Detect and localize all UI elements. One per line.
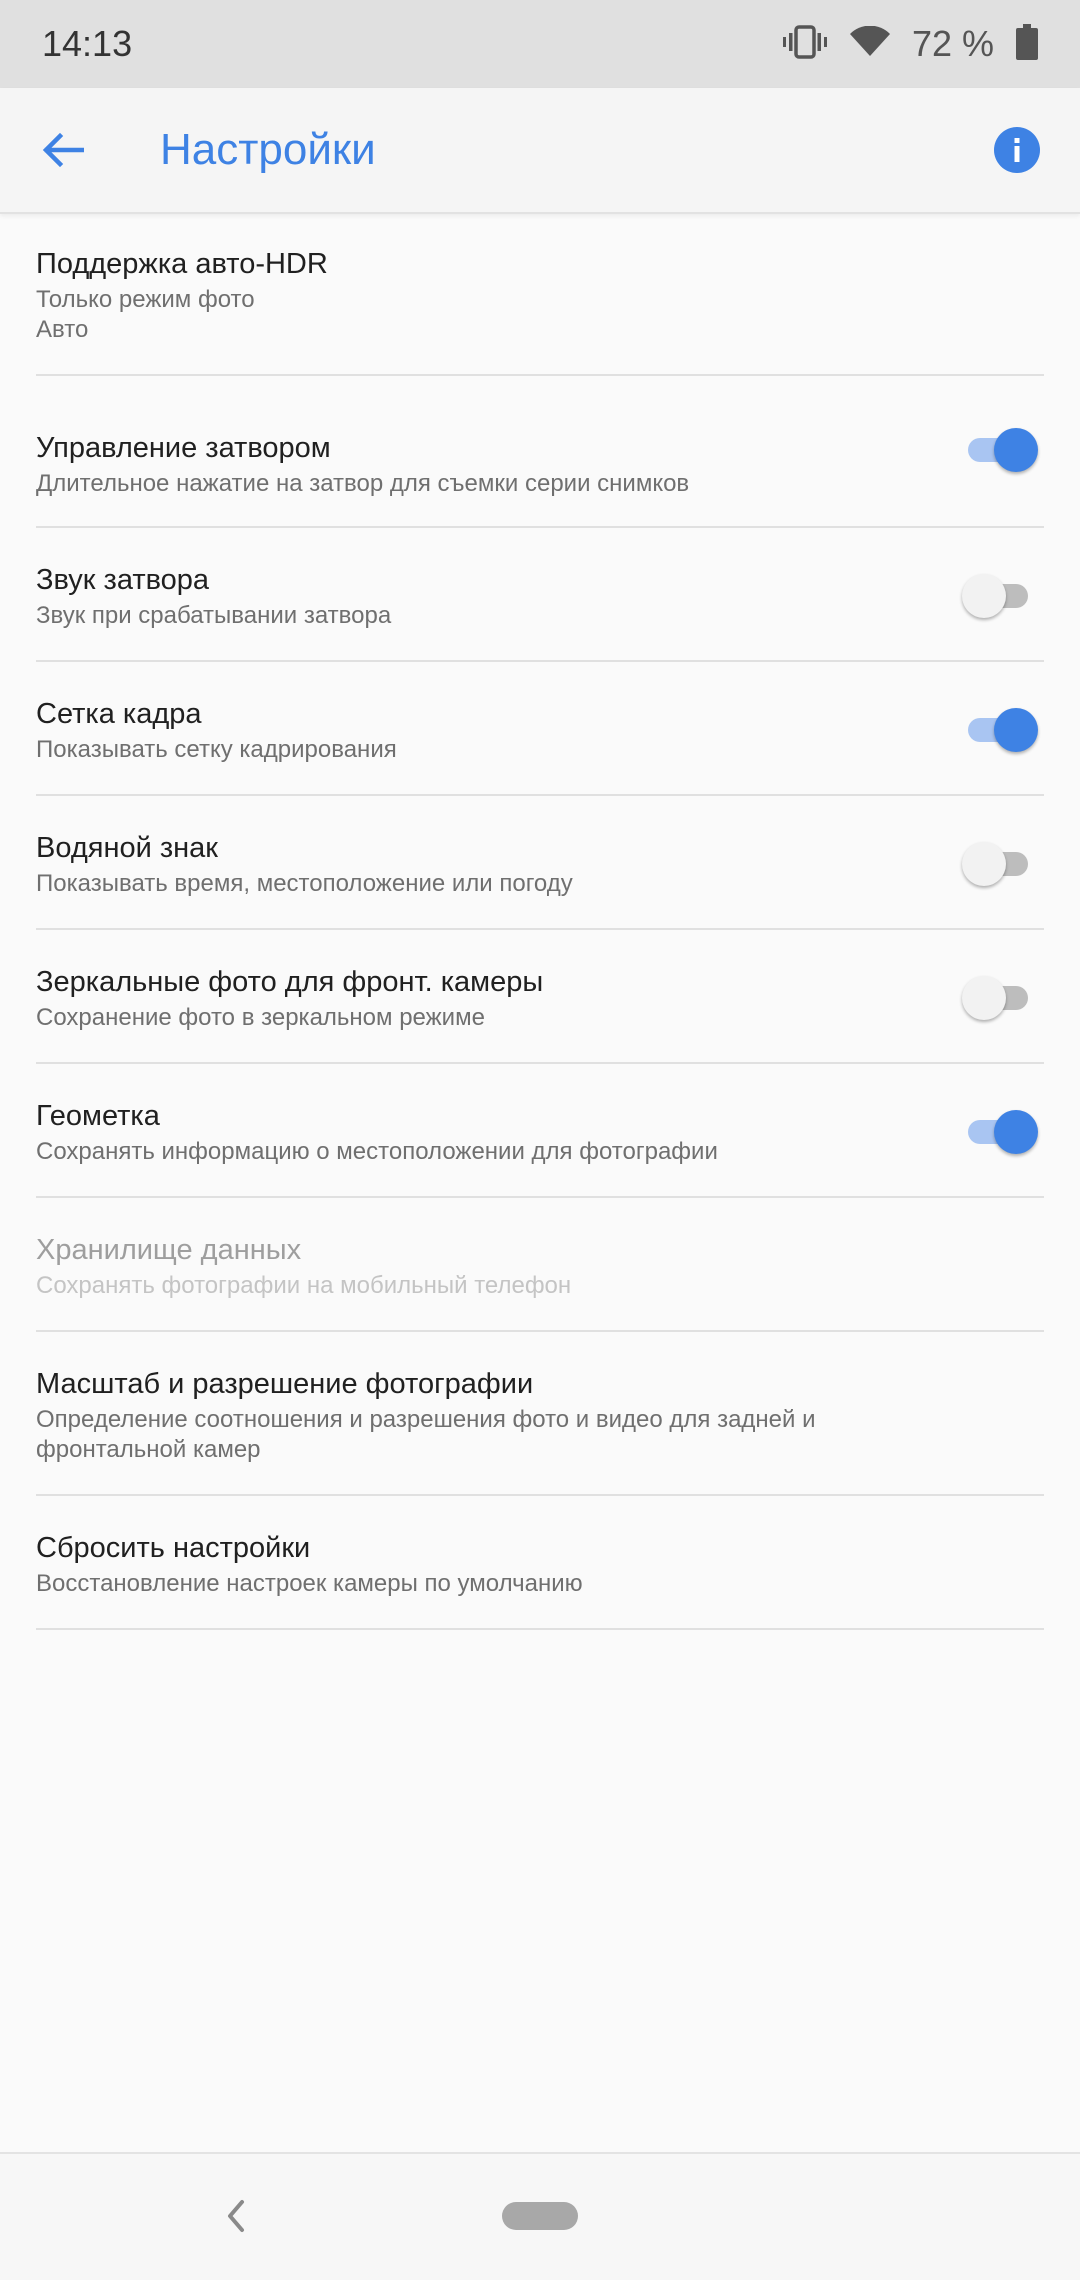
setting-auto-hdr[interactable]: Поддержка авто-HDR Только режим фото Авт… bbox=[36, 216, 1044, 376]
setting-title: Водяной знак bbox=[36, 832, 218, 864]
setting-title: Звук затвора bbox=[36, 564, 210, 596]
app-bar: Настройки bbox=[0, 88, 1080, 214]
setting-mirror-front[interactable]: Зеркальные фото для фронт. камеры Сохран… bbox=[36, 930, 1044, 1064]
watermark-toggle[interactable] bbox=[962, 840, 1038, 888]
setting-subtitle: Показывать сетку кадрирования bbox=[36, 736, 397, 763]
geotag-toggle[interactable] bbox=[962, 1108, 1038, 1156]
settings-list: Поддержка авто-HDR Только режим фото Авт… bbox=[0, 216, 1080, 1630]
setting-reset[interactable]: Сбросить настройки Восстановление настро… bbox=[36, 1496, 1044, 1630]
setting-value: Авто bbox=[36, 316, 89, 343]
setting-title: Зеркальные фото для фронт. камеры bbox=[36, 966, 544, 998]
wifi-icon bbox=[849, 25, 890, 63]
setting-title: Сетка кадра bbox=[36, 698, 202, 730]
back-button[interactable] bbox=[0, 87, 126, 213]
nav-back-button[interactable] bbox=[218, 2192, 254, 2240]
toggle-thumb bbox=[962, 976, 1006, 1020]
arrow-left-icon bbox=[42, 132, 84, 168]
vibrate-icon bbox=[782, 24, 828, 65]
home-pill-icon[interactable] bbox=[502, 2202, 578, 2230]
navigation-bar bbox=[0, 2152, 1080, 2280]
setting-subtitle: Только режим фото bbox=[36, 286, 255, 313]
toggle-thumb bbox=[962, 574, 1006, 618]
setting-subtitle: Звук при срабатывании затвора bbox=[36, 602, 392, 629]
grid-toggle[interactable] bbox=[962, 706, 1038, 754]
setting-title: Управление затвором bbox=[36, 432, 331, 464]
toggle-thumb bbox=[962, 842, 1006, 886]
info-button[interactable] bbox=[982, 115, 1052, 185]
mirror-front-toggle[interactable] bbox=[962, 974, 1038, 1022]
setting-shutter-sound[interactable]: Звук затвора Звук при срабатывании затво… bbox=[36, 528, 1044, 662]
setting-title: Геометка bbox=[36, 1100, 160, 1132]
setting-subtitle: Сохранение фото в зеркальном режиме bbox=[36, 1004, 485, 1031]
setting-title: Масштаб и разрешение фотографии bbox=[36, 1368, 534, 1400]
setting-title: Хранилище данных bbox=[36, 1234, 302, 1266]
setting-title: Сбросить настройки bbox=[36, 1532, 311, 1564]
setting-subtitle: Сохранять информацию о местоположении дл… bbox=[36, 1138, 718, 1165]
setting-photo-scale-resolution[interactable]: Масштаб и разрешение фотографии Определе… bbox=[36, 1332, 1044, 1496]
battery-percent: 72 % bbox=[911, 23, 994, 64]
toggle-thumb bbox=[994, 1110, 1038, 1154]
setting-subtitle: Определение соотношения и разрешения фот… bbox=[36, 1406, 816, 1463]
battery-icon bbox=[1016, 23, 1038, 65]
page-title: Настройки bbox=[160, 125, 376, 174]
setting-watermark[interactable]: Водяной знак Показывать время, местополо… bbox=[36, 796, 1044, 930]
setting-subtitle: Показывать время, местоположение или пог… bbox=[36, 870, 573, 897]
setting-subtitle: Длительное нажатие на затвор для съемки … bbox=[36, 470, 690, 497]
setting-geotag[interactable]: Геометка Сохранять информацию о местопол… bbox=[36, 1064, 1044, 1198]
setting-grid[interactable]: Сетка кадра Показывать сетку кадрировани… bbox=[36, 662, 1044, 796]
info-icon bbox=[994, 127, 1040, 173]
nav-back-icon bbox=[228, 2200, 244, 2232]
shutter-sound-toggle[interactable] bbox=[962, 572, 1038, 620]
setting-title: Поддержка авто-HDR bbox=[36, 248, 328, 280]
setting-subtitle: Сохранять фотографии на мобильный телефо… bbox=[36, 1272, 572, 1299]
toggle-thumb bbox=[994, 428, 1038, 472]
toggle-thumb bbox=[994, 708, 1038, 752]
setting-shutter-control[interactable]: Управление затвором Длительное нажатие н… bbox=[36, 376, 1044, 528]
status-bar: 14:13 72 % bbox=[0, 0, 1080, 88]
status-time: 14:13 bbox=[42, 23, 133, 64]
setting-subtitle: Восстановление настроек камеры по умолча… bbox=[36, 1570, 583, 1597]
status-icons: 72 % bbox=[782, 23, 1038, 65]
shutter-control-toggle[interactable] bbox=[962, 426, 1038, 474]
setting-storage: Хранилище данных Сохранять фотографии на… bbox=[36, 1198, 1044, 1332]
